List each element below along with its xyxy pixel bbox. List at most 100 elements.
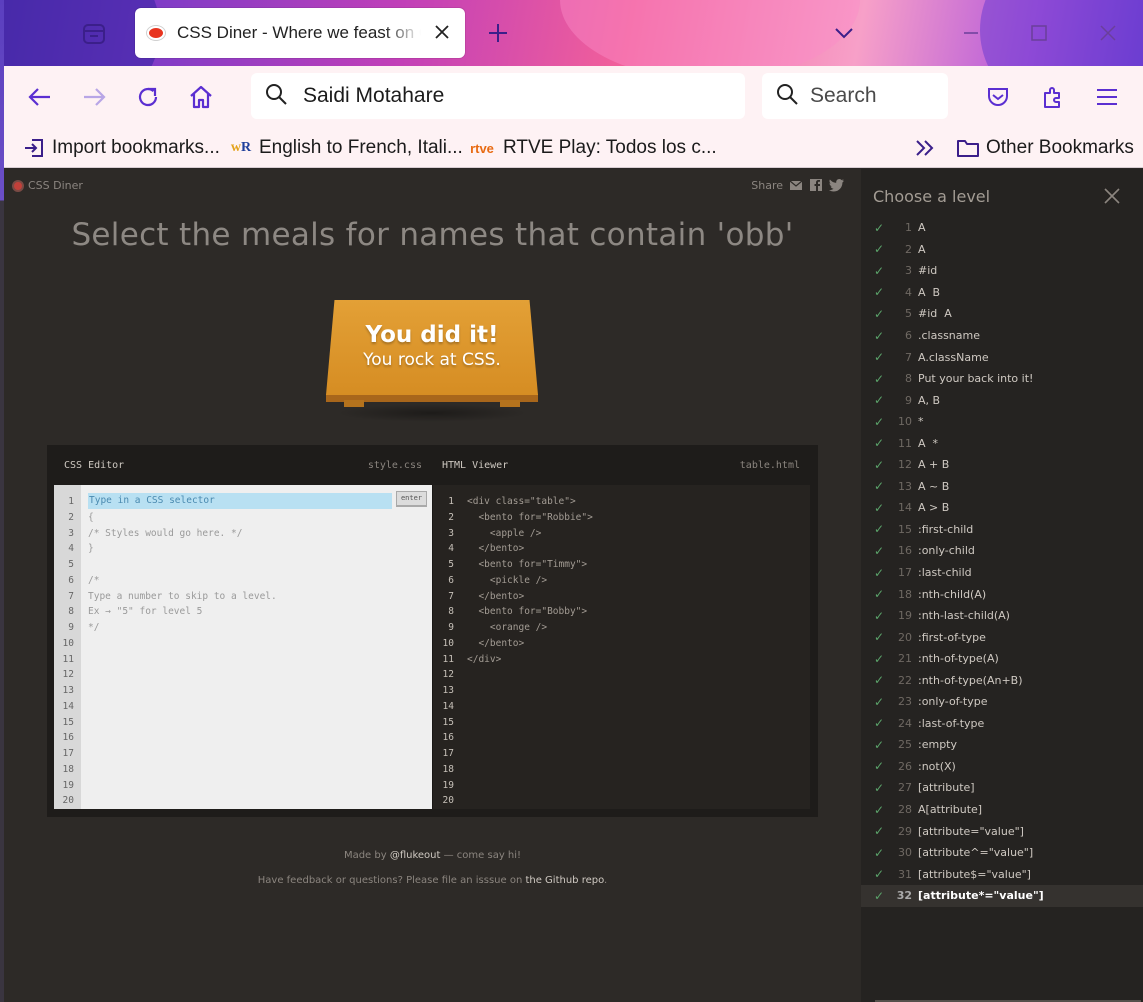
facebook-icon[interactable]	[809, 178, 823, 192]
level-label: A ~ B	[918, 479, 950, 493]
navigation-toolbar: Saidi Motahare Search	[0, 66, 1143, 128]
level-item[interactable]: ✓ 7 A.className	[861, 346, 1143, 368]
level-label: [attribute="value"]	[918, 824, 1024, 838]
level-item[interactable]: ✓ 18:nth-child(A)	[861, 583, 1143, 605]
level-number: 31	[898, 867, 912, 881]
level-item[interactable]: ✓ 17:last-child	[861, 562, 1143, 584]
level-item[interactable]: ✓ 32 [attribute*="value"]	[861, 884, 1143, 907]
tab-title: CSS Diner - Where we feast on CSS	[177, 23, 421, 42]
reload-icon[interactable]	[134, 83, 162, 111]
level-item[interactable]: ✓ 31 [attribute$="value"]	[861, 863, 1143, 885]
level-item[interactable]: ✓ 22:nth-of-type(An+B)	[861, 669, 1143, 691]
forward-icon[interactable]	[80, 83, 108, 111]
twitter-icon[interactable]	[829, 178, 844, 192]
level-item[interactable]: ✓ 9 A, B	[861, 389, 1143, 411]
checkmark-icon: ✓	[874, 716, 885, 731]
url-bar[interactable]: Saidi Motahare	[251, 73, 745, 119]
more-bookmarks-icon[interactable]	[914, 134, 936, 162]
level-label: :first-of-type	[918, 630, 986, 644]
level-number: 4	[905, 285, 912, 299]
home-icon[interactable]	[187, 83, 215, 111]
other-bookmarks[interactable]: Other Bookmarks	[956, 134, 1134, 162]
level-number: 9	[905, 393, 912, 407]
level-label: :not(X)	[918, 759, 956, 773]
level-number: 25	[898, 738, 912, 752]
footer: Made by @flukeout — come say hi! Have fe…	[4, 843, 861, 893]
checkmark-icon: ✓	[874, 220, 885, 235]
level-item[interactable]: ✓ 6 .classname	[861, 325, 1143, 347]
checkmark-icon: ✓	[874, 780, 885, 795]
level-item[interactable]: ✓ 13 A ~ B	[861, 476, 1143, 498]
level-item[interactable]: ✓ 30 [attribute^="value"]	[861, 842, 1143, 864]
level-label: A > B	[918, 501, 950, 515]
tab-groups-icon[interactable]	[78, 18, 110, 50]
minimize-icon[interactable]	[958, 20, 984, 46]
close-tab-icon[interactable]	[431, 21, 453, 43]
css-code: { /* Styles would go here. */ } /* Type …	[88, 511, 277, 633]
share-label: Share	[751, 178, 783, 192]
list-all-tabs-icon[interactable]	[832, 22, 856, 44]
level-item[interactable]: ✓ 10 *	[861, 411, 1143, 433]
enter-button[interactable]: enter	[396, 491, 427, 507]
checkmark-icon: ✓	[874, 306, 885, 321]
level-item[interactable]: ✓ 5 #id A	[861, 303, 1143, 325]
footer-text: Made by	[343, 850, 390, 861]
level-item[interactable]: ✓ 1 A	[861, 217, 1143, 239]
css-selector-input[interactable]: Type in a CSS selector	[88, 493, 392, 509]
menu-icon[interactable]	[1093, 83, 1121, 111]
checkmark-icon: ✓	[874, 694, 885, 709]
level-item[interactable]: ✓ 20:first-of-type	[861, 626, 1143, 648]
bookmark-rtve[interactable]: rtve RTVE Play: Todos los c...	[467, 134, 717, 162]
level-item[interactable]: ✓ 14 A > B	[861, 497, 1143, 519]
css-editor-pane: 1 2 3 4 5 6 7 8 9 10 11 12 13 14 15 16 1…	[54, 485, 432, 809]
checkmark-icon: ✓	[874, 737, 885, 752]
checkmark-icon: ✓	[874, 759, 885, 774]
level-item[interactable]: ✓ 11 A *	[861, 432, 1143, 454]
level-item[interactable]: ✓ 26:not(X)	[861, 756, 1143, 778]
level-item[interactable]: ✓ 23:only-of-type	[861, 691, 1143, 713]
html-line-numbers: 1 2 3 4 5 6 7 8 9 10 11 12 13 14 15 16 1…	[442, 496, 454, 807]
extensions-icon[interactable]	[1039, 83, 1067, 111]
search-bar[interactable]: Search	[762, 73, 948, 119]
bookmark-wordreference[interactable]: wR English to French, Itali...	[229, 134, 463, 162]
level-item[interactable]: ✓ 16:only-child	[861, 540, 1143, 562]
checkmark-icon: ✓	[874, 565, 885, 580]
html-viewer-header: HTML Viewer table.html	[432, 445, 810, 485]
table-leg	[500, 400, 520, 407]
level-number: 2	[905, 242, 912, 256]
checkmark-icon: ✓	[874, 350, 885, 365]
footer-text: — come say hi!	[440, 850, 522, 861]
pocket-icon[interactable]	[984, 83, 1012, 111]
level-item[interactable]: ✓ 28 A[attribute]	[861, 799, 1143, 821]
css-diner-favicon-icon	[147, 26, 165, 40]
active-tab[interactable]: CSS Diner - Where we feast on CSS	[135, 8, 465, 58]
css-diner-logo[interactable]: CSS Diner	[12, 179, 83, 192]
level-item[interactable]: ✓ 29 [attribute="value"]	[861, 820, 1143, 842]
checkmark-icon: ✓	[874, 522, 885, 537]
level-label: A, B	[918, 393, 941, 407]
level-item[interactable]: ✓ 3 #id	[861, 260, 1143, 282]
email-icon[interactable]	[789, 178, 803, 192]
close-icon[interactable]	[1103, 187, 1121, 205]
level-item[interactable]: ✓ 24:last-of-type	[861, 713, 1143, 735]
level-item[interactable]: ✓ 12 A + B	[861, 454, 1143, 476]
level-item[interactable]: ✓ 21:nth-of-type(A)	[861, 648, 1143, 670]
level-item[interactable]: ✓ 4 A B	[861, 282, 1143, 304]
level-item[interactable]: ✓ 27 [attribute]	[861, 777, 1143, 799]
level-label: :nth-last-child(A)	[918, 609, 1010, 623]
bookmark-import[interactable]: Import bookmarks...	[22, 134, 220, 162]
back-icon[interactable]	[26, 83, 54, 111]
flukeout-link[interactable]: @flukeout	[390, 850, 441, 861]
level-item[interactable]: ✓ 25:empty	[861, 734, 1143, 756]
level-item[interactable]: ✓ 2 A	[861, 239, 1143, 261]
github-repo-link[interactable]: the Github repo	[525, 875, 604, 886]
maximize-icon[interactable]	[1026, 20, 1052, 46]
css-editor-header: CSS Editor style.css	[54, 445, 432, 485]
level-item[interactable]: ✓ 8 Put your back into it!	[861, 368, 1143, 390]
footer-text: Have feedback or questions? Please file …	[257, 875, 526, 886]
close-window-icon[interactable]	[1095, 20, 1121, 46]
level-item[interactable]: ✓ 19:nth-last-child(A)	[861, 605, 1143, 627]
new-tab-icon[interactable]	[485, 20, 511, 46]
win-message-title: You did it!	[365, 322, 499, 348]
level-item[interactable]: ✓ 15:first-child	[861, 519, 1143, 541]
